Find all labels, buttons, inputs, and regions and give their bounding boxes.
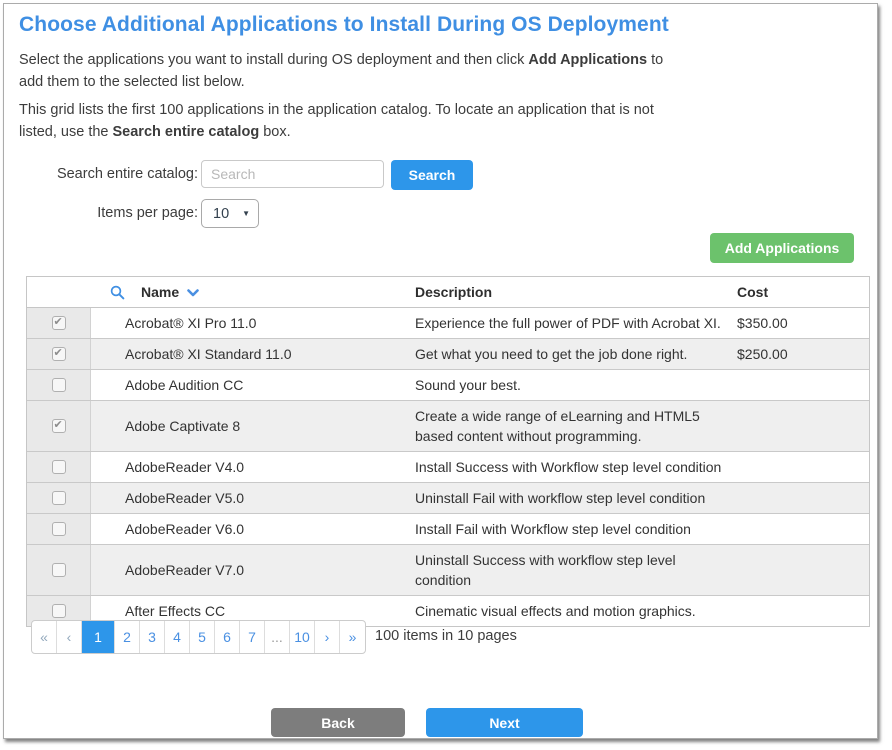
last-page-button[interactable]: » xyxy=(340,621,365,653)
table-row[interactable]: Adobe Audition CC Sound your best. xyxy=(27,370,869,401)
cell-cost xyxy=(734,452,869,482)
row-checkbox[interactable] xyxy=(52,491,66,505)
description-column-header[interactable]: Description xyxy=(412,277,734,307)
page-button-3[interactable]: 3 xyxy=(140,621,165,653)
search-catalog-label: Search entire catalog: xyxy=(4,166,198,182)
page-button-2[interactable]: 2 xyxy=(115,621,140,653)
pagination: «‹1234567...10›» xyxy=(31,620,366,654)
intro2-bold: Search entire catalog xyxy=(113,124,260,140)
cell-cost xyxy=(734,545,869,595)
table-row[interactable]: Acrobat® XI Standard 11.0 Get what you n… xyxy=(27,339,869,370)
cost-column-header[interactable]: Cost xyxy=(734,277,869,307)
cell-description: Cinematic visual effects and motion grap… xyxy=(412,596,734,626)
table-row[interactable]: AdobeReader V6.0 Install Fail with Workf… xyxy=(27,514,869,545)
page-ellipsis: ... xyxy=(265,621,290,653)
header-name-cell[interactable]: Name xyxy=(91,277,412,307)
table-row[interactable]: AdobeReader V7.0 Uninstall Success with … xyxy=(27,545,869,596)
checkbox-cell xyxy=(27,483,91,513)
cell-cost xyxy=(734,370,869,400)
intro2-post: box. xyxy=(259,124,290,140)
checkbox-cell xyxy=(27,401,91,451)
page-title: Choose Additional Applications to Instal… xyxy=(19,13,669,37)
next-button[interactable]: Next xyxy=(426,708,583,737)
cell-cost xyxy=(734,483,869,513)
first-page-button[interactable]: « xyxy=(32,621,57,653)
table-row[interactable]: Acrobat® XI Pro 11.0 Experience the full… xyxy=(27,308,869,339)
table-row[interactable]: AdobeReader V4.0 Install Success with Wo… xyxy=(27,452,869,483)
cell-cost: $350.00 xyxy=(734,308,869,338)
name-column-header[interactable]: Name xyxy=(141,284,179,300)
checkbox-cell xyxy=(27,308,91,338)
dropdown-arrow-icon: ▼ xyxy=(242,209,250,218)
wizard-panel: Choose Additional Applications to Instal… xyxy=(3,3,878,739)
header-checkbox-cell xyxy=(27,277,91,307)
cell-name: Adobe Captivate 8 xyxy=(91,401,412,451)
page-button-7[interactable]: 7 xyxy=(240,621,265,653)
prev-page-button[interactable]: ‹ xyxy=(57,621,82,653)
table-header-row: Name Description Cost xyxy=(27,277,869,308)
checkbox-cell xyxy=(27,339,91,369)
applications-table: Name Description Cost Acrobat® XI Pro 11… xyxy=(26,276,870,627)
intro1-pre: Select the applications you want to inst… xyxy=(19,52,528,68)
row-checkbox[interactable] xyxy=(52,563,66,577)
cell-name: AdobeReader V4.0 xyxy=(91,452,412,482)
search-button[interactable]: Search xyxy=(391,160,473,190)
cell-description: Uninstall Success with workflow step lev… xyxy=(412,545,734,595)
items-per-page-value: 10 xyxy=(213,206,229,222)
checkbox-cell xyxy=(27,545,91,595)
page-button-1[interactable]: 1 xyxy=(82,621,115,653)
items-per-page-select[interactable]: 10 ▼ xyxy=(201,199,259,228)
checkbox-cell xyxy=(27,514,91,544)
checkbox-cell xyxy=(27,370,91,400)
cell-description: Install Success with Workflow step level… xyxy=(412,452,734,482)
intro-paragraph-2: This grid lists the first 100 applicatio… xyxy=(19,99,674,143)
row-checkbox[interactable] xyxy=(52,522,66,536)
cell-name: AdobeReader V5.0 xyxy=(91,483,412,513)
cell-description: Sound your best. xyxy=(412,370,734,400)
page-button-4[interactable]: 4 xyxy=(165,621,190,653)
column-search-icon[interactable] xyxy=(110,285,125,300)
sort-chevron-down-icon xyxy=(187,289,199,297)
pagination-summary: 100 items in 10 pages xyxy=(375,628,517,644)
row-checkbox[interactable] xyxy=(52,378,66,392)
cell-description: Experience the full power of PDF with Ac… xyxy=(412,308,734,338)
back-button[interactable]: Back xyxy=(271,708,405,737)
cell-name: AdobeReader V7.0 xyxy=(91,545,412,595)
row-checkbox[interactable] xyxy=(52,604,66,618)
next-page-button[interactable]: › xyxy=(315,621,340,653)
cell-name: Acrobat® XI Standard 11.0 xyxy=(91,339,412,369)
table-row[interactable]: Adobe Captivate 8 Create a wide range of… xyxy=(27,401,869,452)
cell-cost xyxy=(734,401,869,451)
cell-cost xyxy=(734,596,869,626)
page-button-10[interactable]: 10 xyxy=(290,621,315,653)
cell-cost xyxy=(734,514,869,544)
intro1-bold: Add Applications xyxy=(528,52,647,68)
cell-name: Adobe Audition CC xyxy=(91,370,412,400)
row-checkbox[interactable] xyxy=(52,316,66,330)
checkbox-cell xyxy=(27,452,91,482)
cell-description: Create a wide range of eLearning and HTM… xyxy=(412,401,734,451)
table-row[interactable]: AdobeReader V5.0 Uninstall Fail with wor… xyxy=(27,483,869,514)
row-checkbox[interactable] xyxy=(52,419,66,433)
search-input[interactable] xyxy=(201,160,384,188)
cell-cost: $250.00 xyxy=(734,339,869,369)
items-per-page-label: Items per page: xyxy=(4,205,198,221)
cell-description: Get what you need to get the job done ri… xyxy=(412,339,734,369)
cell-name: Acrobat® XI Pro 11.0 xyxy=(91,308,412,338)
row-checkbox[interactable] xyxy=(52,460,66,474)
table-body: Acrobat® XI Pro 11.0 Experience the full… xyxy=(27,308,869,626)
cell-description: Uninstall Fail with workflow step level … xyxy=(412,483,734,513)
page-button-5[interactable]: 5 xyxy=(190,621,215,653)
page-button-6[interactable]: 6 xyxy=(215,621,240,653)
cell-name: AdobeReader V6.0 xyxy=(91,514,412,544)
add-applications-button[interactable]: Add Applications xyxy=(710,233,854,263)
cell-description: Install Fail with Workflow step level co… xyxy=(412,514,734,544)
intro-paragraph-1: Select the applications you want to inst… xyxy=(19,49,674,93)
row-checkbox[interactable] xyxy=(52,347,66,361)
